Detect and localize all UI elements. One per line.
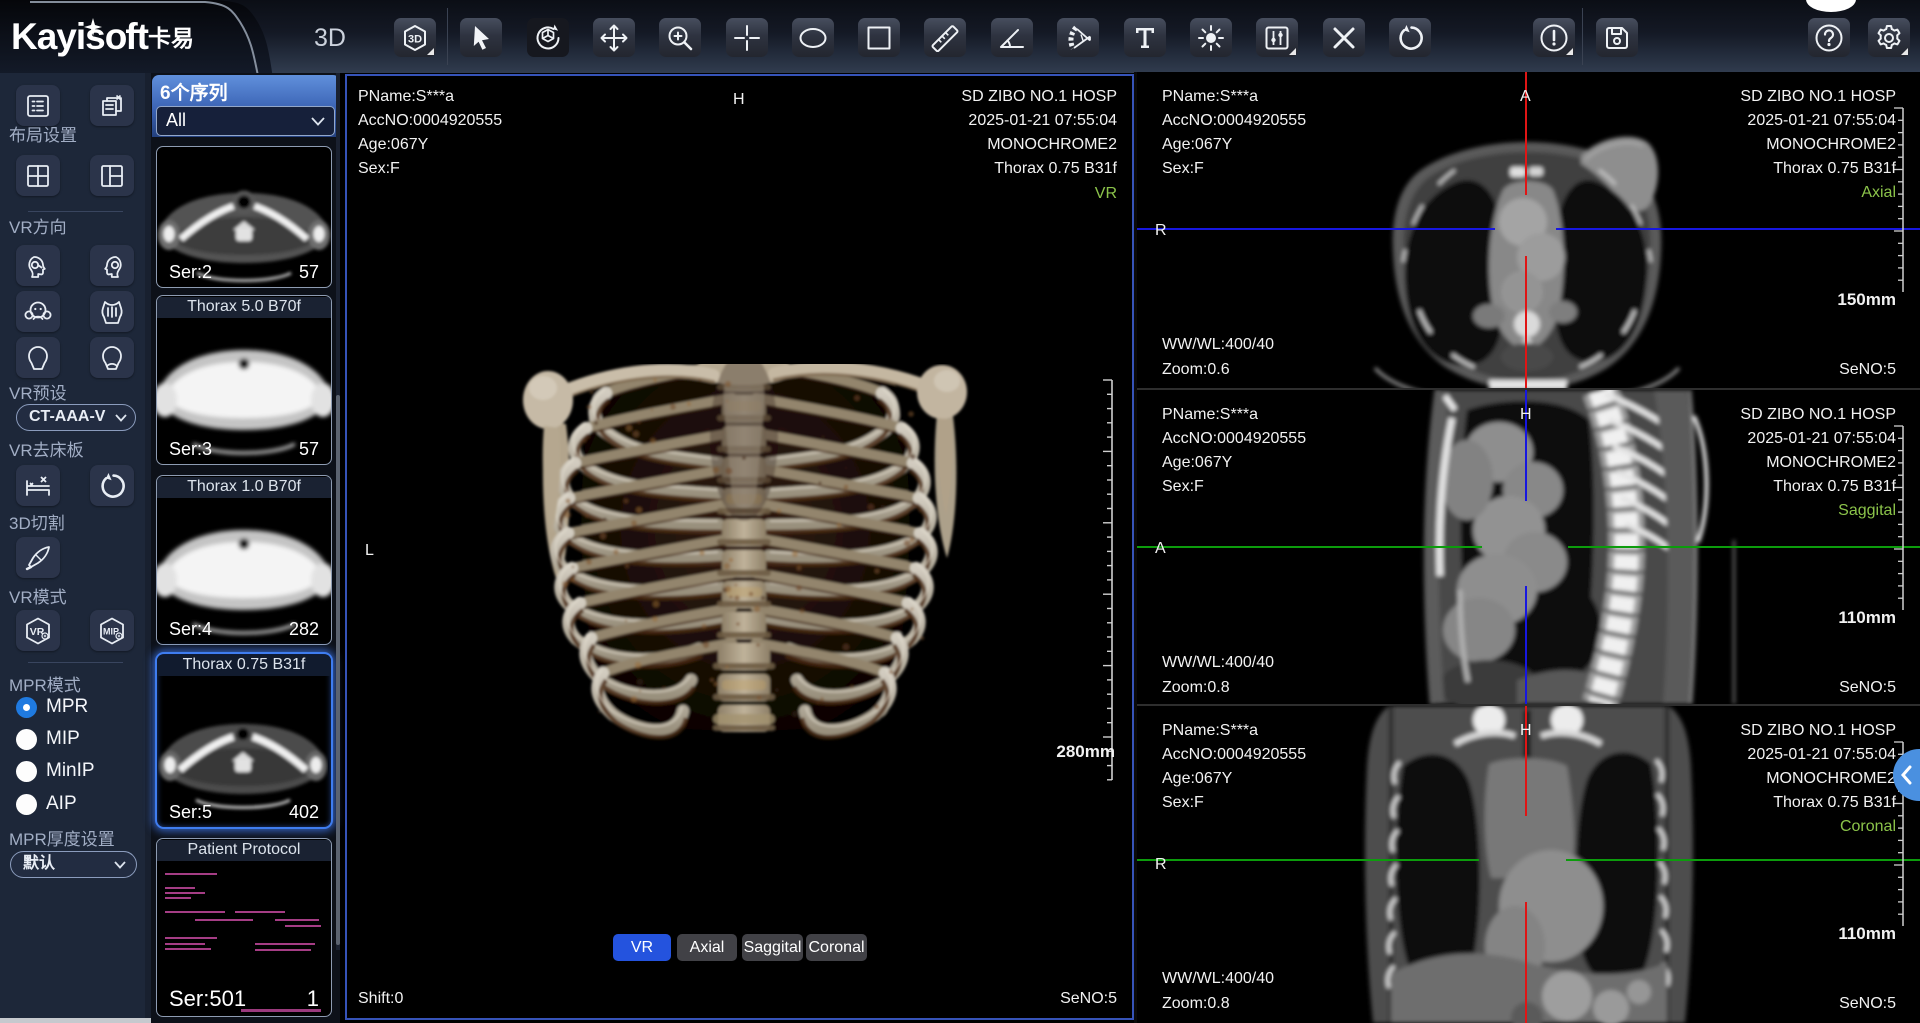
svg-text:3D: 3D: [408, 33, 422, 45]
